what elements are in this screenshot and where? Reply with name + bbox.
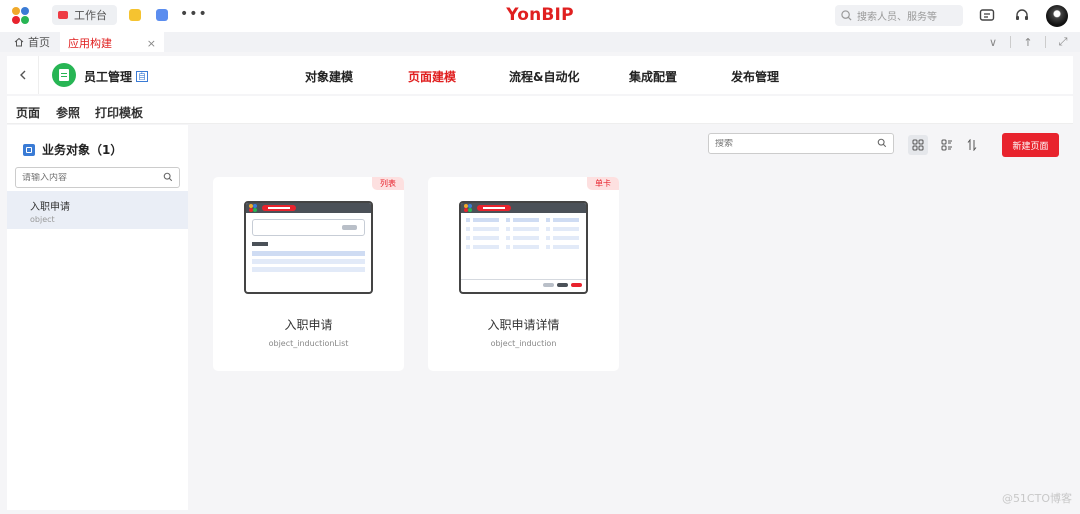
tab-list-dropdown-icon[interactable]: ∨ — [976, 36, 1010, 49]
headset-support-icon[interactable] — [1014, 8, 1030, 24]
new-page-button[interactable]: 新建页面 — [1002, 133, 1059, 157]
sidebar-title-label: 业务对象（1） — [42, 143, 123, 157]
self-built-badge: 自 — [136, 71, 149, 82]
workbench-label: 工作台 — [74, 9, 107, 22]
nav-object-modeling[interactable]: 对象建模 — [305, 68, 353, 85]
user-avatar[interactable] — [1046, 5, 1068, 27]
sidebar-search-input[interactable] — [22, 172, 162, 183]
sidebar-item-induction[interactable]: 入职申请 object — [7, 191, 188, 229]
nav-process-automation[interactable]: 流程&自动化 — [509, 68, 579, 85]
sub-tab-bar: 页面 参照 打印模板 — [7, 96, 1073, 128]
tab-home-label: 首页 — [28, 36, 50, 49]
tab-app-build[interactable]: 应用构建 × — [60, 32, 164, 52]
workbench-icon — [58, 11, 68, 19]
page-card-code: object_induction — [490, 339, 557, 348]
page-card-code: object_inductionList — [268, 339, 349, 348]
subtab-pages[interactable]: 页面 — [16, 104, 41, 128]
chevron-left-icon — [19, 70, 25, 80]
tab-home[interactable]: 首页 — [0, 32, 60, 52]
workbench-button[interactable]: 工作台 — [52, 5, 117, 25]
sort-icon — [967, 139, 977, 151]
search-icon — [841, 10, 852, 21]
nav-page-modeling[interactable]: 页面建模 — [408, 68, 456, 85]
quick-app-note-icon[interactable] — [129, 9, 141, 21]
app-name: 员工管理 — [84, 70, 133, 84]
back-button[interactable] — [7, 56, 39, 94]
quick-app-doc-icon[interactable] — [156, 9, 168, 21]
watermark: @51CTO博客 — [1001, 492, 1072, 505]
list-page-thumbnail — [244, 201, 373, 294]
sidebar-item-name: 入职申请 — [30, 202, 70, 213]
subtab-references[interactable]: 参照 — [56, 104, 80, 121]
card-page-thumbnail — [459, 201, 588, 294]
business-object-icon — [23, 143, 35, 156]
grid-view-button[interactable] — [908, 135, 928, 155]
sidebar-item-type: object — [30, 215, 55, 224]
page-card-name: 入职申请详情 — [487, 318, 560, 332]
upload-icon[interactable]: ↑ — [1011, 36, 1045, 49]
app-icon — [52, 63, 76, 87]
grid-view-icon — [912, 139, 924, 151]
page-search — [708, 133, 894, 154]
object-sidebar: 业务对象（1） 入职申请 object — [7, 125, 188, 510]
list-view-icon — [941, 139, 952, 151]
page-tab-bar: 首页 应用构建 × ∨ ↑ ⤢ — [0, 32, 1080, 52]
page-type-badge: 列表 — [372, 177, 404, 190]
brand-text: YonBIP — [506, 5, 574, 25]
app-grid-logo-icon[interactable] — [12, 7, 30, 25]
search-icon[interactable] — [877, 138, 887, 148]
top-bar: 工作台 ••• YonBIP 搜索人员、服务等 — [0, 0, 1080, 32]
sort-button[interactable] — [962, 135, 982, 155]
app-header: 员工管理 自 对象建模 页面建模 流程&自动化 集成配置 发布管理 — [7, 56, 1073, 94]
home-icon — [14, 37, 24, 47]
fullscreen-icon[interactable]: ⤢ — [1046, 35, 1080, 49]
app-title: 员工管理 自 — [84, 68, 149, 85]
page-search-input[interactable] — [715, 138, 865, 149]
subtab-print-templates[interactable]: 打印模板 — [95, 104, 143, 121]
page-card-name: 入职申请 — [284, 318, 333, 332]
message-icon[interactable] — [979, 8, 995, 24]
sidebar-search — [15, 167, 180, 188]
page-type-badge: 单卡 — [587, 177, 619, 190]
more-apps-icon[interactable]: ••• — [180, 6, 208, 22]
list-view-button[interactable] — [937, 135, 957, 155]
tab-app-build-label: 应用构建 — [68, 37, 112, 50]
global-search[interactable]: 搜索人员、服务等 — [835, 5, 963, 26]
nav-publish-management[interactable]: 发布管理 — [731, 68, 779, 85]
search-icon[interactable] — [163, 172, 173, 182]
page-list-area: 新建页面 列表 入职申请 object_inductionList 单卡 — [189, 125, 1073, 510]
global-search-placeholder: 搜索人员、服务等 — [857, 12, 937, 23]
tab-close-icon[interactable]: × — [147, 37, 156, 50]
page-card-detail[interactable]: 单卡 入职申请详情 object_induction — [428, 177, 619, 371]
sidebar-title: 业务对象（1） — [23, 141, 122, 158]
page-card-list[interactable]: 列表 入职申请 object_inductionList — [213, 177, 404, 371]
nav-integration-config[interactable]: 集成配置 — [629, 68, 677, 85]
